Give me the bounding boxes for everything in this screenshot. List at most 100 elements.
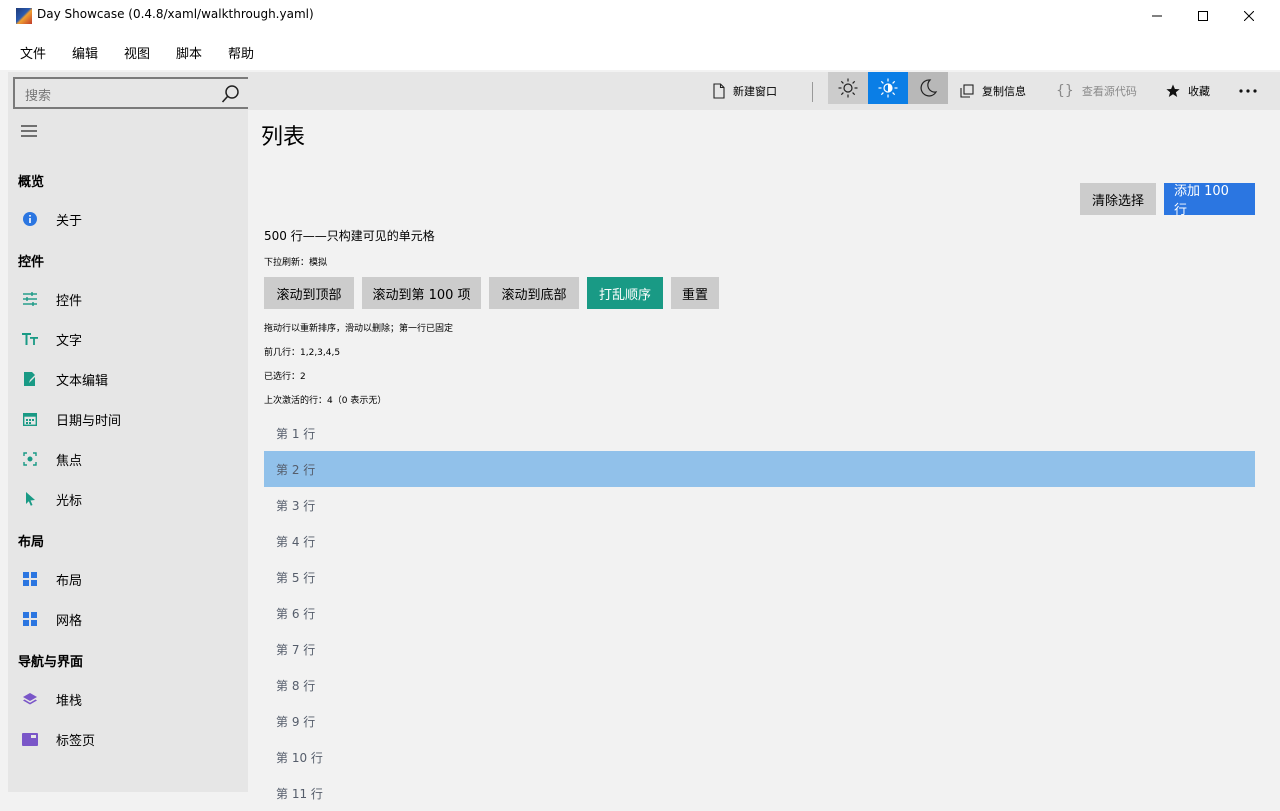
more-options-button[interactable]	[1238, 72, 1266, 110]
calendar-icon	[22, 411, 38, 427]
reset-button[interactable]: 重置	[671, 277, 719, 309]
menu-bar: 文件 编辑 视图 脚本 帮助	[0, 32, 1280, 70]
close-button[interactable]	[1226, 0, 1272, 32]
light-theme-button[interactable]	[828, 72, 868, 104]
section-controls: 控件	[18, 255, 45, 270]
sidebar-item-controls[interactable]: 控件	[8, 279, 248, 319]
scroll-bottom-button[interactable]: 滚动到底部	[489, 277, 579, 309]
favorite-label: 收藏	[1188, 85, 1210, 98]
list-row-label: 第 7 行	[276, 643, 316, 657]
last-activated-text: 上次激活的行：4（0 表示无）	[264, 396, 387, 406]
title-bar: Day Showcase (0.4.8/xaml/walkthrough.yam…	[0, 0, 1280, 32]
list-row-label: 第 9 行	[276, 715, 316, 729]
sidebar-item-layout[interactable]: 布局	[8, 559, 248, 599]
pull-refresh-text: 下拉刷新：模拟	[264, 258, 328, 268]
sidebar-item-stack[interactable]: 堆栈	[8, 679, 248, 719]
first-rows-text: 前几行：1,2,3,4,5	[264, 348, 341, 358]
menu-script[interactable]: 脚本	[176, 43, 202, 62]
sidebar-item-grid[interactable]: 网格	[8, 599, 248, 639]
list-row[interactable]: 第 6 行	[264, 595, 1255, 631]
toolbar-divider	[812, 82, 813, 102]
list-row[interactable]: 第 4 行	[264, 523, 1255, 559]
star-icon	[1166, 84, 1180, 97]
page-title: 列表	[261, 125, 306, 150]
maximize-button[interactable]	[1180, 0, 1226, 32]
drag-hint-text: 拖动行以重新排序，滑动以删除；第一行已固定	[264, 324, 454, 334]
hamburger-menu-icon[interactable]	[20, 124, 38, 138]
sidebar-item-label: 网格	[56, 614, 83, 629]
sidebar-item-label: 控件	[56, 294, 83, 309]
list-row[interactable]: 第 9 行	[264, 703, 1255, 739]
sidebar-item-label: 关于	[56, 214, 83, 229]
main-content: 列表 清除选择 添加 100 行 500 行——只构建可见的单元格 下拉刷新：模…	[248, 110, 1280, 801]
cursor-icon	[22, 491, 38, 507]
sidebar-item-date-time[interactable]: 日期与时间	[8, 399, 248, 439]
list-description: 500 行——只构建可见的单元格	[264, 229, 435, 243]
more-icon	[1239, 89, 1257, 93]
sidebar-item-text-editing[interactable]: 文本编辑	[8, 359, 248, 399]
search-icon[interactable]	[221, 84, 241, 104]
scroll-to-100-button[interactable]: 滚动到第 100 项	[362, 277, 481, 309]
grid-icon	[22, 571, 38, 587]
auto-theme-button[interactable]	[868, 72, 908, 104]
list-row[interactable]: 第 1 行	[264, 415, 1255, 451]
document-icon	[713, 83, 725, 99]
section-overview: 概览	[18, 175, 45, 190]
sidebar-item-about[interactable]: 关于	[8, 199, 248, 239]
new-window-button[interactable]: 新建窗口	[713, 72, 777, 110]
minimize-button[interactable]	[1134, 0, 1180, 32]
sidebar-item-cursor[interactable]: 光标	[8, 479, 248, 519]
favorite-button[interactable]: 收藏	[1166, 72, 1210, 110]
focus-icon	[22, 451, 38, 467]
list-row-label: 第 10 行	[276, 751, 323, 765]
list-row-label: 第 3 行	[276, 499, 316, 513]
sidebar-item-label: 文本编辑	[56, 374, 109, 389]
sidebar-item-label: 标签页	[56, 734, 96, 749]
list-row-label: 第 1 行	[276, 427, 316, 441]
sun-icon	[838, 78, 858, 98]
menu-file[interactable]: 文件	[20, 43, 46, 62]
sidebar-item-label: 堆栈	[56, 694, 83, 709]
tab-icon	[22, 731, 38, 747]
list-row[interactable]: 第 5 行	[264, 559, 1255, 595]
sidebar-item-tabs[interactable]: 标签页	[8, 719, 248, 759]
search-placeholder: 搜索	[25, 89, 52, 104]
auto-theme-icon	[878, 78, 898, 98]
add-rows-button[interactable]: 添加 100 行	[1164, 183, 1255, 218]
maximize-icon	[1198, 11, 1208, 21]
list-row[interactable]: 第 7 行	[264, 631, 1255, 667]
list-row[interactable]: 第 10 行	[264, 739, 1255, 775]
shuffle-button[interactable]: 打乱顺序	[587, 277, 663, 309]
view-source-label: 查看源代码	[1081, 85, 1137, 98]
sidebar-item-focus[interactable]: 焦点	[8, 439, 248, 479]
search-input[interactable]: 搜索	[13, 77, 251, 109]
clear-selection-button[interactable]: 清除选择	[1080, 183, 1156, 215]
dark-theme-button[interactable]	[908, 72, 948, 104]
virtual-list[interactable]: 第 1 行第 2 行第 3 行第 4 行第 5 行第 6 行第 7 行第 8 行…	[264, 415, 1255, 811]
sidebar-item-text[interactable]: 文字	[8, 319, 248, 359]
menu-view[interactable]: 视图	[124, 43, 150, 62]
toolbar: 新建窗口 复制信息 {} 查看源代码 收藏	[248, 72, 1280, 110]
list-row[interactable]: 第 2 行	[264, 451, 1255, 487]
list-row-label: 第 4 行	[276, 535, 316, 549]
section-layout: 布局	[18, 535, 45, 550]
layers-icon	[22, 691, 38, 707]
info-icon	[22, 211, 38, 227]
sidebar-item-label: 文字	[56, 334, 83, 349]
sidebar-item-label: 光标	[56, 494, 83, 509]
scroll-top-button[interactable]: 滚动到顶部	[264, 277, 354, 309]
list-row-label: 第 11 行	[276, 787, 323, 801]
sidebar: 搜索 概览 关于 控件 控件 文字 文本编辑 日期与时间 焦点 光标 布局 布局…	[8, 72, 251, 792]
list-row[interactable]: 第 3 行	[264, 487, 1255, 523]
menu-edit[interactable]: 编辑	[72, 43, 98, 62]
edit-icon	[22, 371, 38, 387]
list-row[interactable]: 第 11 行	[264, 775, 1255, 811]
copy-info-button[interactable]: 复制信息	[960, 72, 1026, 110]
view-source-button[interactable]: {} 查看源代码	[1056, 72, 1137, 110]
menu-help[interactable]: 帮助	[228, 43, 254, 62]
list-row[interactable]: 第 8 行	[264, 667, 1255, 703]
close-icon	[1244, 11, 1254, 21]
list-row-label: 第 6 行	[276, 607, 316, 621]
new-window-label: 新建窗口	[733, 85, 777, 98]
copy-info-label: 复制信息	[982, 85, 1026, 98]
